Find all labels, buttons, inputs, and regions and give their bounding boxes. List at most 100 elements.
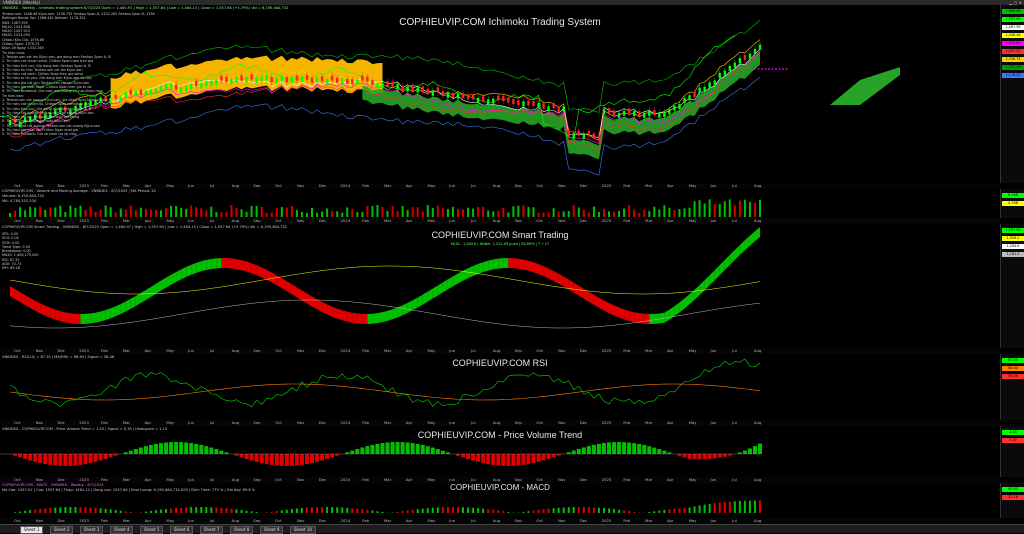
- pvt-axis[interactable]: 1.450.30: [1000, 426, 1024, 477]
- volume-bar: [663, 205, 665, 217]
- volume-pane[interactable]: COPHIEUVIP.COM - Volume and Moving Avera…: [0, 189, 1000, 219]
- ichimoku-price-axis[interactable]: 1,566.461,557.641,487.951,448.481,423.61…: [1000, 5, 1024, 183]
- date-axis-label: Oct: [275, 183, 282, 188]
- volume-bar: [125, 210, 127, 217]
- volume-bar: [457, 209, 459, 217]
- date-axis-label: Feb: [623, 518, 630, 523]
- volume-bar: [236, 208, 238, 217]
- date-axis-label: Jul: [471, 183, 476, 188]
- smart-axis[interactable]: 1,557.641,506.21,284.81,181.3: [1000, 224, 1024, 348]
- pvt-pane[interactable]: VNINDEX - COPHIEUVIP.COM - Price Volume …: [0, 426, 1000, 478]
- pvt-histogram-bar: [104, 454, 108, 459]
- ichimoku-legend: Tenkan-sen: 1448.48 Kijun-sen: 1336.735 …: [2, 12, 155, 137]
- sheet-tab[interactable]: Sheet 7: [200, 526, 223, 534]
- smart-ribbon: [20, 292, 25, 305]
- pvt-histogram-bar: [647, 446, 651, 454]
- date-axis-label: Oct: [536, 348, 543, 353]
- date-axis-label: May: [166, 218, 174, 223]
- macd-histogram-bar: [195, 507, 197, 513]
- pvt-histogram-bar: [23, 454, 27, 459]
- pvt-histogram-bar: [667, 452, 671, 454]
- smart-ribbon: [101, 310, 106, 321]
- volume-bar: [522, 205, 524, 217]
- volume-value: Volume: 6,190,484,732: [2, 194, 44, 198]
- macd-histogram-bar: [613, 509, 615, 513]
- pvt-histogram-bar: [204, 446, 208, 454]
- sheet-tab[interactable]: Sheet 2: [50, 526, 73, 534]
- volume-bar: [578, 208, 580, 217]
- volume-bar: [668, 208, 670, 217]
- pvt-histogram-bar: [53, 454, 57, 466]
- macd-histogram-bar: [361, 509, 363, 513]
- kumo-cloud-future: [830, 67, 900, 105]
- date-axis-label: 2025: [602, 477, 612, 482]
- smart-ribbon: [720, 260, 725, 275]
- sheet-tab[interactable]: Sheet 6: [170, 526, 193, 534]
- smart-ribbon: [569, 280, 574, 293]
- volume-bar: [261, 207, 263, 217]
- macd-histogram-bar: [573, 507, 575, 513]
- volume-bar: [417, 207, 419, 217]
- date-axis-label: Aug: [754, 218, 761, 223]
- date-axis-label: Feb: [623, 420, 630, 425]
- smart-ribbon: [554, 271, 559, 284]
- price-tag: 45.83: [1002, 487, 1024, 492]
- macd-histogram-bar: [165, 509, 167, 513]
- pvt-histogram-bar: [290, 454, 294, 466]
- sheet-tab[interactable]: Sheet 9: [260, 526, 283, 534]
- macd-histogram-bar: [326, 507, 328, 513]
- date-axis-label: Oct: [536, 477, 543, 482]
- pvt-histogram-bar: [693, 454, 697, 459]
- ichimoku-pane[interactable]: VNINDEX - Weekly - Ichimoku trading syst…: [0, 5, 1000, 184]
- pvt-histogram-bar: [114, 454, 118, 456]
- volume-bar: [633, 210, 635, 217]
- macd-pane[interactable]: COPHIEUVIP.COM - MACD - VNINDEX - Weekly…: [0, 483, 1000, 519]
- date-axis-label: Dec: [58, 348, 65, 353]
- sheet-tab[interactable]: Sheet 4: [110, 526, 133, 534]
- date-axis-label: Jul: [471, 518, 476, 523]
- sheet-tab[interactable]: Sheet 1: [20, 526, 43, 534]
- macd-histogram-bar: [286, 510, 288, 513]
- volume-bar: [165, 208, 167, 217]
- sheet-tab[interactable]: Sheet 8: [230, 526, 253, 534]
- macd-histogram-bar: [568, 507, 570, 513]
- macd-histogram-bar: [64, 507, 66, 513]
- smart-ribbon: [196, 261, 201, 273]
- macd-histogram-bar: [583, 507, 585, 513]
- smart-ribbon: [121, 301, 126, 313]
- volume-bar: [180, 208, 182, 217]
- rsi-axis[interactable]: 87.3566.6458.46: [1000, 354, 1024, 420]
- macd-axis[interactable]: 45.8332.18: [1000, 483, 1024, 518]
- volume-bar: [527, 207, 529, 217]
- volume-axis[interactable]: 6.19B4.78B: [1000, 189, 1024, 218]
- date-axis-label: Oct: [536, 420, 543, 425]
- sheet-tab[interactable]: Sheet 5: [140, 526, 163, 534]
- volume-bar: [85, 210, 87, 217]
- pvt-histogram-bar: [370, 445, 374, 454]
- sheet-tab[interactable]: Sheet 3: [80, 526, 103, 534]
- smart-ribbon: [508, 258, 513, 268]
- volume-bar: [34, 208, 36, 217]
- macd-histogram-bar: [150, 511, 152, 513]
- date-axis-label: Mar: [384, 218, 391, 223]
- macd-histogram-bar: [553, 508, 555, 513]
- pvt-histogram-bar: [718, 454, 722, 458]
- smart-ribbon: [25, 295, 30, 308]
- volume-bar: [130, 206, 132, 217]
- volume-bar: [39, 206, 41, 217]
- pvt-histogram-bar: [436, 449, 440, 454]
- smart-ribbon: [80, 314, 85, 324]
- smart-ribbon: [725, 255, 730, 270]
- date-axis-label: Feb: [362, 420, 369, 425]
- volume-bar: [563, 211, 565, 217]
- date-axis-label: Apr: [667, 518, 674, 523]
- pvt-histogram-bar: [416, 444, 420, 454]
- pvt-histogram-bar: [391, 442, 395, 454]
- rsi-pane[interactable]: VNINDEX - RSI(14) = 87.35 | MA(RSI) = 66…: [0, 354, 1000, 421]
- volume-bar: [744, 200, 746, 217]
- volume-bar: [704, 203, 706, 217]
- date-axis-label: Jun: [710, 218, 716, 223]
- macd-histogram-bar: [633, 512, 635, 513]
- sheet-tab[interactable]: Sheet 10: [290, 526, 316, 534]
- smart-trading-pane[interactable]: COPHIEUVIP.COM Smart Trading - VNINDEX -…: [0, 224, 1000, 349]
